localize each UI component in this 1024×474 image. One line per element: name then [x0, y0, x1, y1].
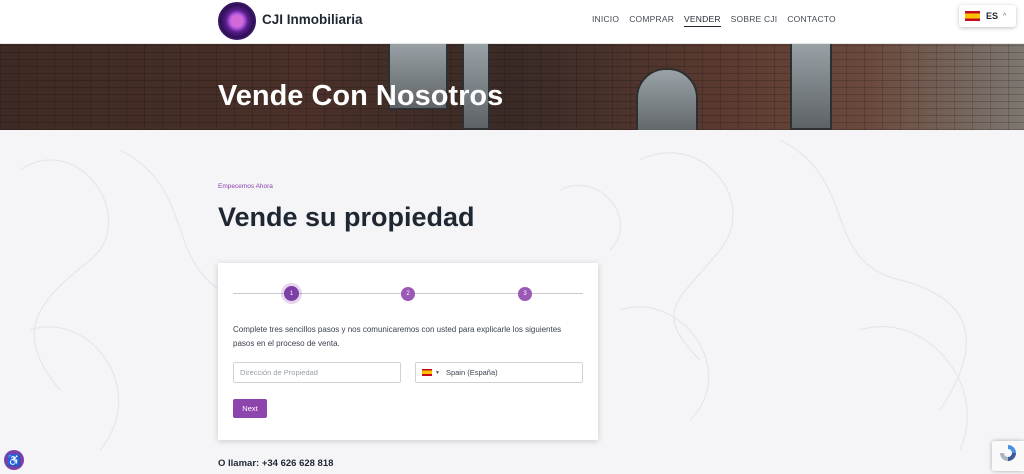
spain-flag-icon — [965, 11, 980, 21]
main-nav: INICIO COMPRAR VENDER SOBRE CJI CONTACTO — [592, 14, 846, 27]
building-window — [636, 68, 698, 130]
country-value: Spain (España) — [445, 368, 498, 377]
step-1[interactable]: 1 — [284, 286, 299, 301]
hero-title: Vende Con Nosotros — [218, 80, 504, 112]
nav-item-vender[interactable]: VENDER — [684, 14, 721, 27]
nav-item-inicio[interactable]: INICIO — [592, 14, 619, 27]
step-3[interactable]: 3 — [518, 286, 532, 301]
section-eyebrow: Empecemos Ahora — [218, 183, 273, 190]
call-text[interactable]: O llamar: +34 626 628 818 — [218, 458, 333, 469]
nav-item-contacto[interactable]: CONTACTO — [787, 14, 836, 27]
site-header: CJI Inmobiliaria INICIO COMPRAR VENDER S… — [0, 0, 1024, 44]
sell-form-card: 1 2 3 Complete tres sencillos pasos y no… — [218, 263, 598, 440]
section-heading: Vende su propiedad — [218, 202, 475, 232]
nav-item-sobre-cji[interactable]: SOBRE CJI — [731, 14, 778, 27]
next-button[interactable]: Next — [233, 399, 267, 418]
brand-name[interactable]: CJI Inmobiliaria — [262, 12, 363, 27]
recaptcha-icon — [1000, 445, 1016, 461]
country-selector[interactable]: ▼ Spain (España) — [415, 362, 583, 383]
hero-banner: Vende Con Nosotros — [0, 44, 1024, 130]
caret-down-icon: ▼ — [435, 369, 440, 376]
step-2[interactable]: 2 — [401, 286, 415, 301]
property-address-input[interactable] — [233, 362, 401, 383]
nav-item-comprar[interactable]: COMPRAR — [629, 14, 674, 27]
language-code: ES — [986, 11, 999, 21]
chevron-up-icon: ^ — [1003, 12, 1007, 20]
building-window — [790, 44, 832, 130]
logo-icon[interactable] — [218, 2, 256, 40]
accessibility-icon[interactable]: ♿ — [4, 450, 24, 470]
spain-flag-icon — [422, 369, 432, 376]
recaptcha-badge[interactable] — [992, 441, 1024, 471]
form-description: Complete tres sencillos pasos y nos comu… — [233, 325, 562, 348]
language-selector[interactable]: ES ^ — [959, 5, 1016, 27]
